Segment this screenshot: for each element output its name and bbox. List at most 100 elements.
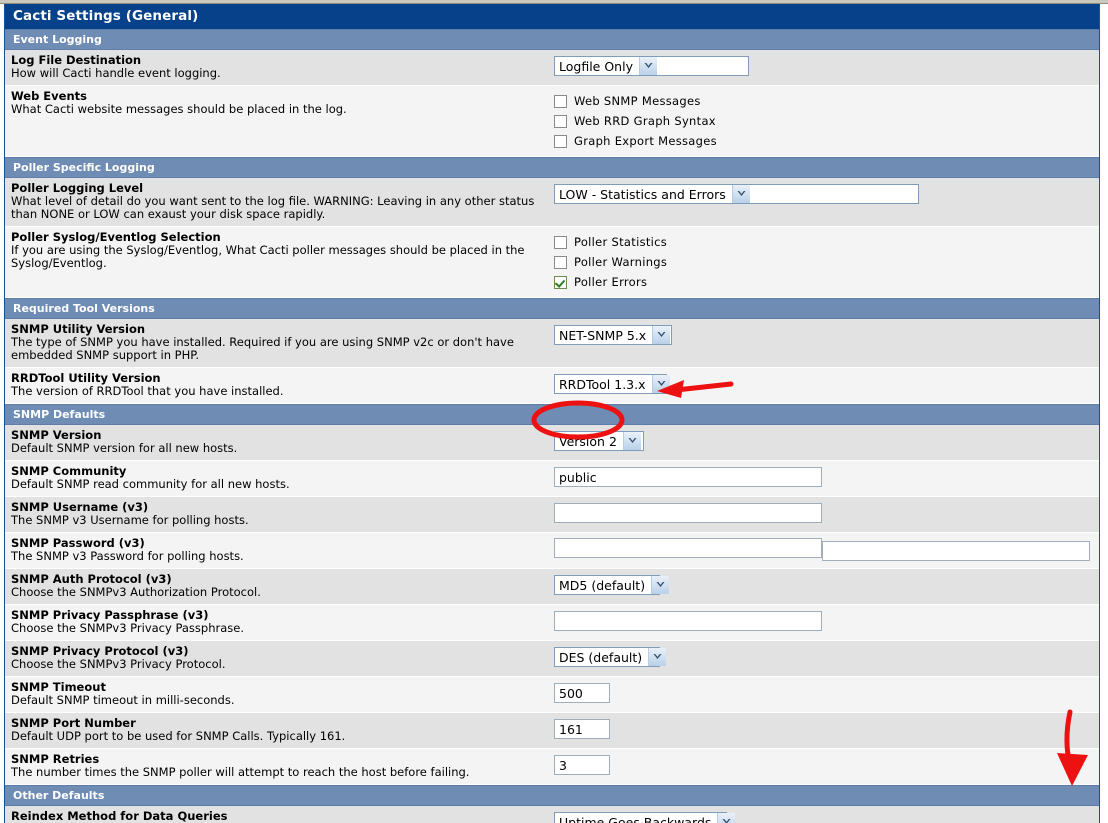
- chevron-down-icon: [638, 56, 657, 75]
- field-description: What level of detail do you want sent to…: [11, 194, 535, 221]
- checkbox-label: Poller Errors: [574, 275, 648, 289]
- select-snmp-utility-version[interactable]: NET-SNMP 5.x: [554, 324, 672, 345]
- checkbox-poller-statistics[interactable]: [554, 235, 567, 249]
- select-value: RRDTool 1.3.x: [559, 376, 646, 392]
- checkbox-row[interactable]: Poller Errors: [554, 272, 1093, 292]
- field-row: Reindex Method for Data QueriesThe defau…: [5, 806, 1099, 823]
- checkbox-row[interactable]: Graph Export Messages: [554, 131, 1093, 151]
- field-label-cell: SNMP Auth Protocol (v3) Choose the SNMPv3…: [5, 569, 551, 604]
- field-row: SNMP Auth Protocol (v3) Choose the SNMPv3…: [5, 569, 1099, 605]
- field-control-cell: [551, 497, 1099, 528]
- cacti-settings-page: Cacti Settings (General) Event Logging Lo…: [0, 0, 1108, 823]
- input-snmp-password-v3[interactable]: [822, 540, 1090, 561]
- select-snmp-version[interactable]: Version 2: [554, 430, 644, 451]
- field-control-cell: LOW - Statistics and Errors: [551, 178, 1099, 209]
- field-description: The SNMP v3 Password for polling hosts.: [11, 549, 244, 563]
- field-row: SNMP Timeout Default SNMP timeout in mill…: [5, 677, 1099, 713]
- select-rrdtool-utility-version[interactable]: RRDTool 1.3.x: [554, 373, 670, 394]
- select-poller-logging-level[interactable]: LOW - Statistics and Errors: [554, 183, 919, 204]
- checkbox-label: Poller Statistics: [574, 235, 668, 249]
- field-label-cell: SNMP Username (v3) The SNMP v3 Username f…: [5, 497, 551, 532]
- field-control-cell: RRDTool 1.3.x: [551, 368, 1099, 399]
- field-description: The SNMP v3 Username for polling hosts.: [11, 513, 249, 527]
- field-description: The version of RRDTool that you have ins…: [11, 384, 284, 398]
- section-header-poller-specific-logging: Poller Specific Logging: [5, 157, 1099, 178]
- field-label-cell: SNMP Version Default SNMP version for all…: [5, 425, 551, 460]
- input-snmp-timeout[interactable]: 500: [554, 682, 610, 703]
- field-control-cell: NET-SNMP 5.x: [551, 319, 1099, 350]
- input-snmp-username-v3[interactable]: [554, 502, 822, 523]
- field-control-cell: [551, 533, 1099, 568]
- input-snmp-privacy-passphrase-v3[interactable]: [554, 610, 822, 631]
- checkbox-graph-export-messages[interactable]: [554, 134, 567, 148]
- field-row: SNMP Privacy Protocol (v3) Choose the SNM…: [5, 641, 1099, 677]
- chevron-down-icon: [651, 575, 670, 594]
- chevron-down-icon: [648, 647, 667, 666]
- field-row: SNMP Privacy Passphrase (v3) Choose the S…: [5, 605, 1099, 641]
- field-control-cell: Logfile Only: [551, 50, 1099, 81]
- section-header-required-tool-versions: Required Tool Versions: [5, 298, 1099, 319]
- field-label-cell: SNMP Retries The number times the SNMP po…: [5, 749, 551, 784]
- field-description: The number times the SNMP poller will at…: [11, 765, 470, 779]
- field-label-cell: SNMP Port Number Default UDP port to be u…: [5, 713, 551, 748]
- section-header-event-logging: Event Logging: [5, 29, 1099, 50]
- field-control-cell: Web SNMP Messages Web RRD Graph Syntax Gra…: [551, 86, 1099, 156]
- checkbox-row[interactable]: Poller Warnings: [554, 252, 1093, 272]
- select-value: DES (default): [559, 649, 643, 665]
- field-row: SNMP Username (v3) The SNMP v3 Username f…: [5, 497, 1099, 533]
- field-row: Poller Logging Level What level of detail…: [5, 178, 1099, 227]
- chevron-down-icon: [622, 431, 641, 450]
- field-label-cell: SNMP Utility Version The type of SNMP you…: [5, 319, 551, 367]
- select-log-file-destination[interactable]: Logfile Only: [554, 55, 749, 76]
- field-row: SNMP Utility Version The type of SNMP you…: [5, 319, 1099, 368]
- field-row: RRDTool Utility Version The version of RR…: [5, 368, 1099, 404]
- chevron-down-icon: [652, 325, 671, 344]
- select-snmp-auth-protocol-v3[interactable]: MD5 (default): [554, 574, 670, 595]
- field-row: SNMP Version Default SNMP version for all…: [5, 425, 1099, 461]
- checkbox-web-snmp-messages[interactable]: [554, 94, 567, 108]
- select-value: Uptime Goes Backwards: [559, 814, 712, 823]
- field-control-cell: Version 2: [551, 425, 1099, 456]
- field-row: SNMP Community Default SNMP read communit…: [5, 461, 1099, 497]
- field-description: Choose the SNMPv3 Privacy Passphrase.: [11, 621, 245, 635]
- field-control-cell: Uptime Goes Backwards: [551, 806, 1099, 823]
- field-description: How will Cacti handle event logging.: [11, 66, 221, 80]
- field-row: Poller Syslog/Eventlog Selection If you a…: [5, 227, 1099, 298]
- checkbox-group-web-events: Web SNMP Messages Web RRD Graph Syntax Gra…: [554, 91, 1093, 151]
- field-row: SNMP Retries The number times the SNMP po…: [5, 749, 1099, 785]
- field-row: Log File Destination How will Cacti handl…: [5, 50, 1099, 86]
- input-snmp-port-number[interactable]: 161: [554, 718, 610, 739]
- field-label-cell: Poller Logging Level What level of detail…: [5, 178, 551, 226]
- field-control-cell: 500: [551, 677, 1099, 708]
- select-value: LOW - Statistics and Errors: [559, 186, 726, 202]
- field-control-cell: 161: [551, 713, 1099, 744]
- select-reindex-method-for-data-queries[interactable]: Uptime Goes Backwards: [554, 811, 736, 823]
- field-label-cell: Poller Syslog/Eventlog Selection If you a…: [5, 227, 551, 275]
- field-row: Web Events What Cacti website messages sh…: [5, 86, 1099, 157]
- chevron-down-icon: [651, 374, 670, 393]
- section-header-snmp-defaults: SNMP Defaults: [5, 404, 1099, 425]
- field-control-cell: DES (default): [551, 641, 1099, 672]
- field-control-cell: MD5 (default): [551, 569, 1099, 600]
- field-row: SNMP Password (v3) The SNMP v3 Password f…: [5, 533, 1099, 569]
- input-snmp-password-v3[interactable]: [554, 538, 822, 558]
- checkbox-row[interactable]: Web RRD Graph Syntax: [554, 111, 1093, 131]
- checkbox-row[interactable]: Poller Statistics: [554, 232, 1093, 252]
- field-label-cell: Log File Destination How will Cacti handl…: [5, 50, 551, 85]
- chevron-down-icon: [717, 812, 736, 823]
- field-label-cell: SNMP Community Default SNMP read communit…: [5, 461, 551, 496]
- select-snmp-privacy-protocol-v3[interactable]: DES (default): [554, 646, 667, 667]
- field-description: Choose the SNMPv3 Authorization Protocol…: [11, 585, 261, 599]
- field-control-cell: 3: [551, 749, 1099, 780]
- input-snmp-retries[interactable]: 3: [554, 754, 610, 775]
- checkbox-label: Graph Export Messages: [574, 134, 717, 148]
- checkbox-web-rrd-graph-syntax[interactable]: [554, 114, 567, 128]
- field-control-cell: [551, 605, 1099, 636]
- input-snmp-community[interactable]: public: [554, 466, 822, 487]
- field-label-cell: SNMP Privacy Passphrase (v3) Choose the S…: [5, 605, 551, 640]
- checkbox-poller-errors[interactable]: [554, 275, 567, 289]
- select-value: NET-SNMP 5.x: [559, 327, 647, 343]
- checkbox-row[interactable]: Web SNMP Messages: [554, 91, 1093, 111]
- checkbox-poller-warnings[interactable]: [554, 255, 567, 269]
- select-value: MD5 (default): [559, 577, 646, 593]
